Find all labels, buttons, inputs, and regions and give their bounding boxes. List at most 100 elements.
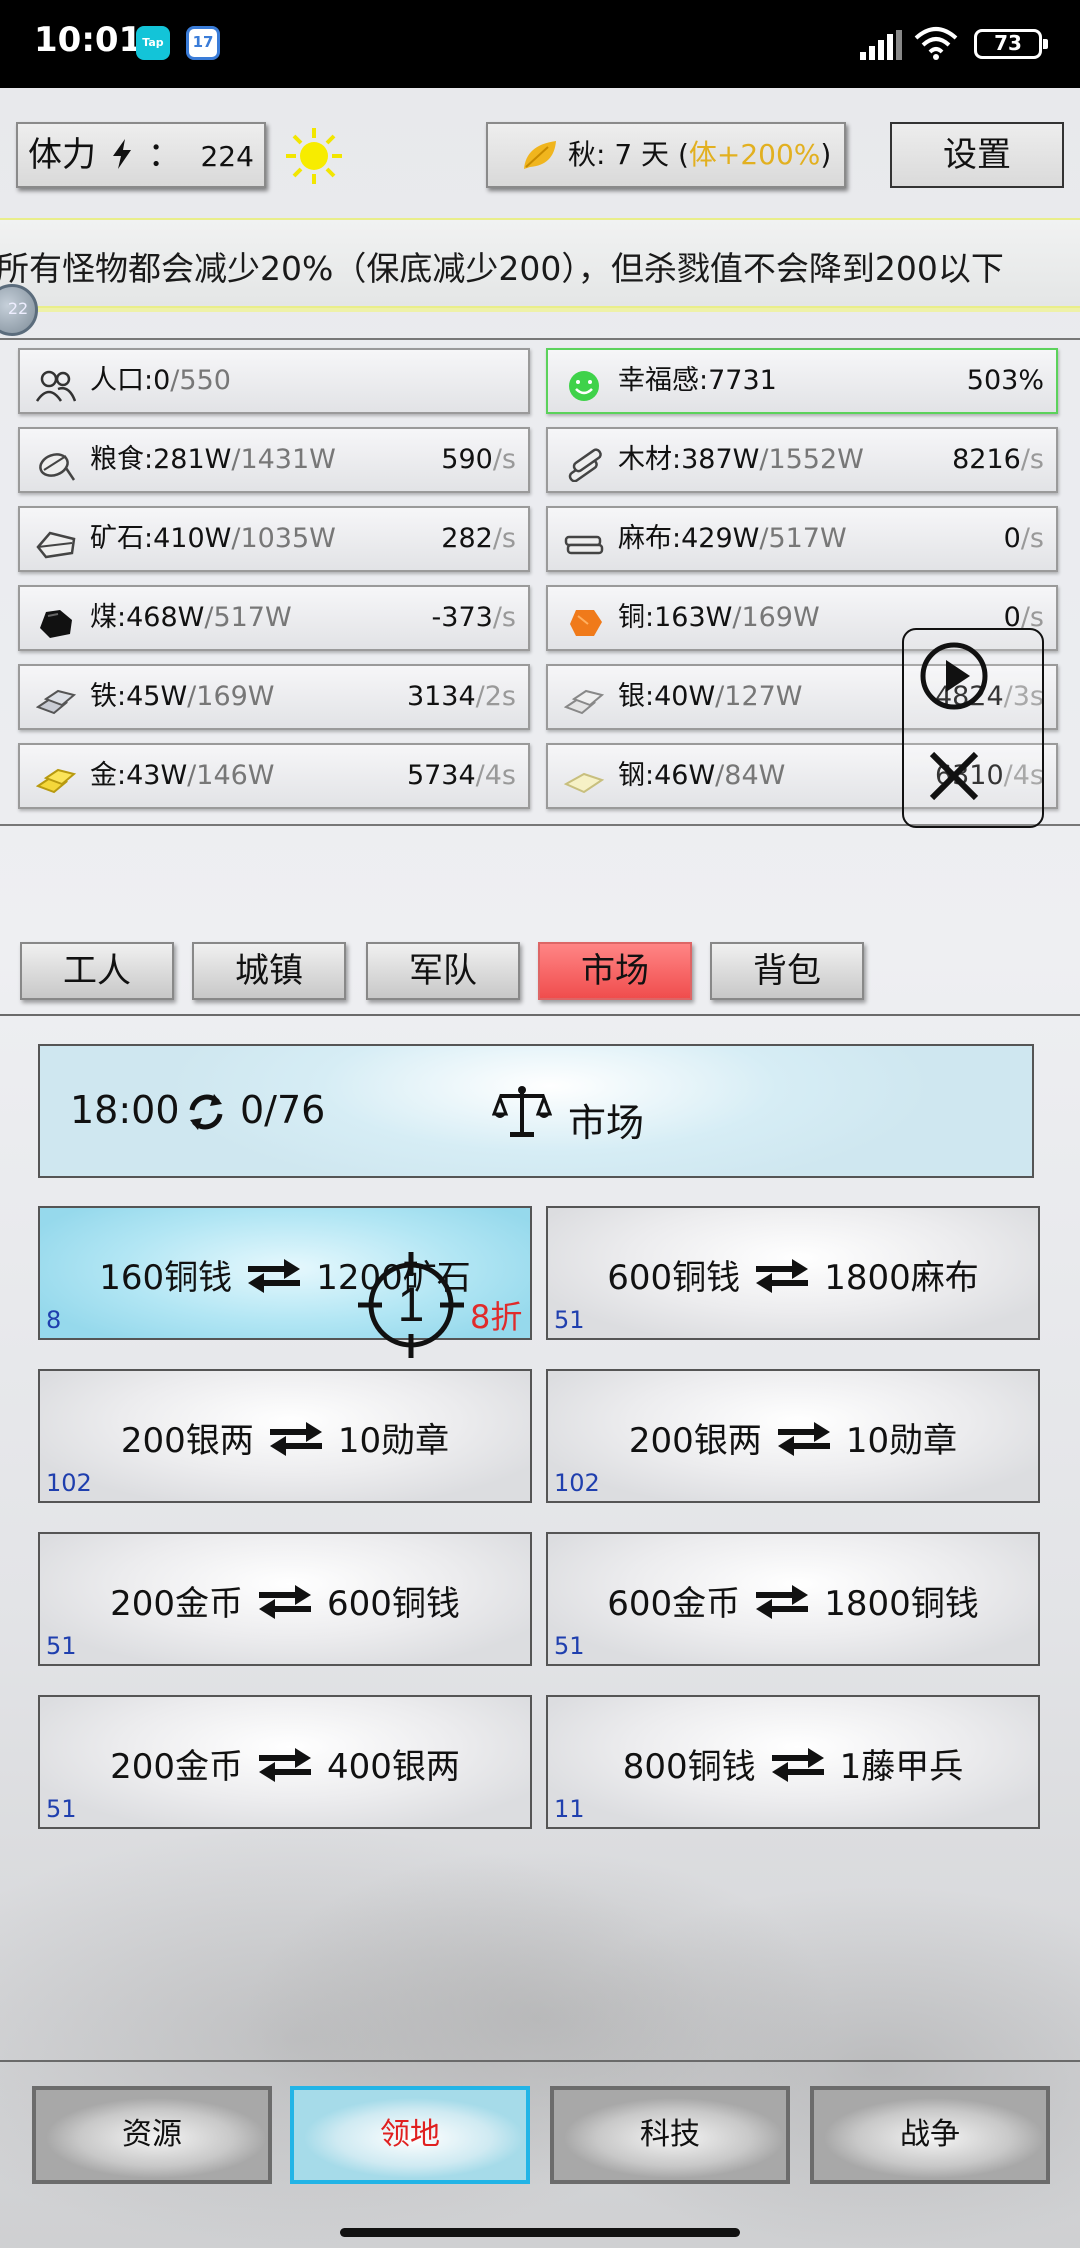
resource-rate-value: -373 bbox=[431, 602, 493, 633]
resource-rate: -373/s bbox=[432, 587, 516, 649]
season-close: ) bbox=[820, 138, 832, 171]
trade-offer[interactable]: 600铜钱 1800麻布 51 bbox=[546, 1206, 1040, 1340]
trade-get: 1藤甲兵 bbox=[839, 1747, 964, 1787]
resource-item: 金:43W/146W 5734/4s bbox=[18, 743, 530, 809]
resource-max: /517W bbox=[204, 602, 292, 633]
copper-icon bbox=[564, 601, 604, 636]
resource-rate: 503% bbox=[967, 350, 1044, 412]
resource-name: 麻布: bbox=[618, 523, 682, 554]
resource-max: /1552W bbox=[759, 444, 864, 475]
home-indicator[interactable] bbox=[340, 2228, 740, 2237]
exchange-arrows-icon bbox=[776, 1420, 832, 1456]
trade-offer[interactable]: 600金币 1800铜钱 51 bbox=[546, 1532, 1040, 1666]
trade-offer[interactable]: 800铜钱 1藤甲兵 11 bbox=[546, 1695, 1040, 1829]
resource-item: 煤:468W/517W -373/s bbox=[18, 585, 530, 651]
play-video-icon[interactable] bbox=[918, 640, 990, 712]
resource-item: 幸福感:7731 503% bbox=[546, 348, 1058, 414]
resource-max: /1431W bbox=[231, 444, 336, 475]
season-display: 秋: 7 天 (体+200%) bbox=[486, 122, 846, 188]
calendar-notification-icon: 17 bbox=[186, 26, 220, 60]
resource-rate-value: 590 bbox=[441, 444, 493, 475]
nav-war[interactable]: 战争 bbox=[810, 2086, 1050, 2184]
exchange-arrows-icon bbox=[770, 1746, 826, 1782]
resource-rate-unit: /s bbox=[492, 444, 516, 475]
nav-technology[interactable]: 科技 bbox=[550, 2086, 790, 2184]
trade-give: 200银两 bbox=[120, 1421, 254, 1461]
resource-current: 281W bbox=[153, 444, 232, 475]
resource-current: 410W bbox=[153, 523, 232, 554]
trade-stock: 51 bbox=[554, 1306, 585, 1334]
nav-territory[interactable]: 领地 bbox=[290, 2086, 530, 2184]
resource-label: 木材:387W/1552W bbox=[618, 429, 864, 491]
tab-backpack[interactable]: 背包 bbox=[710, 942, 864, 1000]
trade-give: 160铜钱 bbox=[99, 1258, 233, 1298]
resource-rate: 8216/s bbox=[952, 429, 1044, 491]
trade-get: 600铜钱 bbox=[327, 1584, 460, 1624]
stamina-display: 体力 ： 224 bbox=[16, 122, 266, 188]
close-icon[interactable] bbox=[924, 746, 984, 806]
taptap-notification-icon: Tap bbox=[136, 26, 170, 60]
trade-offer[interactable]: 200银两 10勋章 102 bbox=[546, 1369, 1040, 1503]
season-bonus: 体+200% bbox=[688, 138, 821, 171]
lightning-icon bbox=[107, 124, 137, 186]
trade-offer[interactable]: 200金币 400银两 51 bbox=[38, 1695, 532, 1829]
resource-rate-value: 8216 bbox=[952, 444, 1021, 475]
iron-icon bbox=[35, 680, 77, 715]
trade-offer[interactable]: 200银两 10勋章 102 bbox=[38, 1369, 532, 1503]
resource-current: 387W bbox=[681, 444, 760, 475]
trade-offer[interactable]: 200金币 600铜钱 51 bbox=[38, 1532, 532, 1666]
resource-item: 粮食:281W/1431W 590/s bbox=[18, 427, 530, 493]
trade-give: 800铜钱 bbox=[622, 1747, 756, 1787]
resource-rate: 5734/4s bbox=[407, 745, 516, 807]
resource-rate-unit: /s bbox=[492, 602, 516, 633]
trade-give: 200金币 bbox=[110, 1584, 243, 1624]
resource-name: 粮食: bbox=[90, 444, 154, 475]
trade-stock: 8 bbox=[46, 1306, 62, 1334]
trade-stock: 102 bbox=[46, 1469, 92, 1497]
refresh-icon[interactable] bbox=[184, 1090, 228, 1134]
silver-icon bbox=[563, 680, 605, 715]
resource-rate: 282/s bbox=[441, 508, 516, 570]
exchange-arrows-icon bbox=[246, 1257, 302, 1293]
market-header: 18:00 0/76 市场 bbox=[38, 1044, 1034, 1178]
resource-label: 铜:163W/169W bbox=[618, 587, 820, 649]
resource-rate-value: 5734 bbox=[406, 760, 476, 791]
trade-stock: 51 bbox=[554, 1632, 585, 1660]
ore-icon bbox=[36, 522, 76, 559]
population-icon bbox=[35, 364, 77, 402]
resource-current: 7731 bbox=[708, 365, 777, 396]
cloth-icon bbox=[564, 522, 604, 556]
resource-max: /169W bbox=[732, 602, 820, 633]
resource-label: 钢:46W/84W bbox=[618, 745, 785, 807]
resource-rate-value: 503% bbox=[966, 365, 1044, 396]
status-bar: 10:01 Tap 17 73 bbox=[0, 0, 1080, 88]
trade-stock: 102 bbox=[554, 1469, 600, 1497]
resource-current: 45W bbox=[126, 681, 188, 712]
resource-max: /1035W bbox=[231, 523, 336, 554]
stamina-label: 体力 bbox=[28, 135, 96, 175]
resource-current: 43W bbox=[126, 760, 188, 791]
trade-get: 10勋章 bbox=[845, 1421, 958, 1461]
trade-exchange: 200金币 400银两 bbox=[40, 1739, 530, 1788]
resource-name: 铜: bbox=[618, 602, 655, 633]
trade-exchange: 200金币 600铜钱 bbox=[40, 1576, 530, 1625]
settings-button[interactable]: 设置 bbox=[890, 122, 1064, 188]
tab-army[interactable]: 军队 bbox=[366, 942, 520, 1000]
stamina-separator: ： bbox=[147, 135, 182, 175]
resource-label: 麻布:429W/517W bbox=[618, 508, 847, 570]
tab-market[interactable]: 市场 bbox=[538, 942, 692, 1000]
top-header: 体力 ： 224 秋: 7 天 (体+200%) 设置 bbox=[0, 88, 1080, 218]
resource-current: 46W bbox=[654, 760, 716, 791]
tab-town[interactable]: 城镇 bbox=[192, 942, 346, 1000]
steel-icon bbox=[563, 759, 605, 794]
trade-get: 1800麻布 bbox=[824, 1258, 979, 1298]
tab-workers[interactable]: 工人 bbox=[20, 942, 174, 1000]
exchange-arrows-icon bbox=[268, 1420, 324, 1456]
gold-icon bbox=[35, 759, 77, 794]
resource-name: 金: bbox=[90, 760, 127, 791]
divider bbox=[0, 308, 1080, 312]
trade-exchange: 200银两 10勋章 bbox=[40, 1413, 530, 1462]
exchange-arrows-icon bbox=[754, 1257, 810, 1293]
nav-resources[interactable]: 资源 bbox=[32, 2086, 272, 2184]
resource-rate: 590/s bbox=[441, 429, 516, 491]
